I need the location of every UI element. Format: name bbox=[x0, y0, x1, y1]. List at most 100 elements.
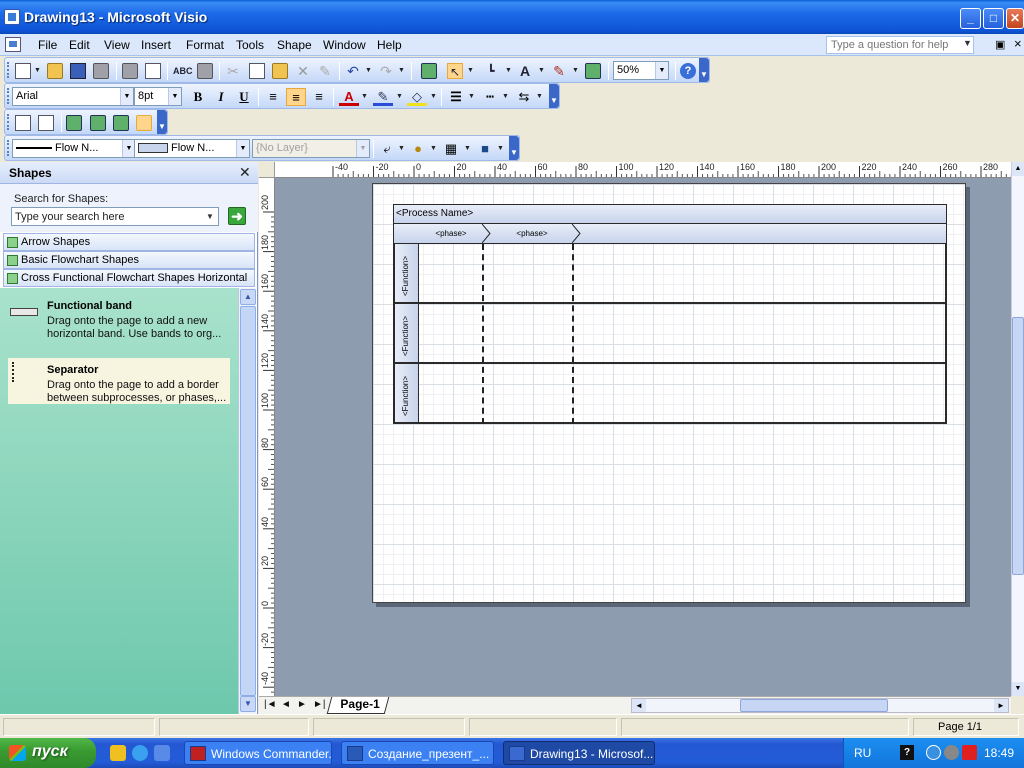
chevron-down-icon[interactable]: ▼ bbox=[398, 145, 405, 152]
chevron-down-icon[interactable]: ▼ bbox=[497, 145, 504, 152]
close-button[interactable]: ✕ bbox=[1006, 8, 1024, 29]
line-color-icon[interactable]: ✎ bbox=[373, 88, 393, 106]
search-input[interactable] bbox=[11, 207, 219, 226]
undo-icon[interactable]: ↶ bbox=[345, 63, 361, 79]
functional-band[interactable]: <Function> bbox=[393, 364, 947, 424]
chevron-down-icon[interactable]: ▼ bbox=[430, 145, 437, 152]
line-pattern-icon[interactable]: ┅ bbox=[480, 88, 500, 106]
scroll-left-icon[interactable]: ◄ bbox=[632, 699, 646, 712]
drawing-tools-icon[interactable] bbox=[585, 63, 601, 79]
phase-separator-line[interactable] bbox=[482, 244, 484, 424]
line-weight-icon[interactable]: ☰ bbox=[446, 88, 466, 106]
toolbar-grip[interactable] bbox=[7, 114, 10, 130]
fill-color-icon[interactable]: ◇ bbox=[407, 88, 427, 106]
connector-style-icon[interactable]: ⤶ bbox=[377, 140, 397, 158]
toolbar-options-icon[interactable]: ▼ bbox=[699, 58, 709, 82]
line-ends-icon[interactable]: ⇆ bbox=[514, 88, 534, 106]
drawing-page[interactable]: <Process Name> <phase> <phase> <Function… bbox=[372, 183, 966, 603]
open-icon[interactable] bbox=[47, 63, 63, 79]
quicklaunch-media-icon[interactable] bbox=[132, 745, 148, 761]
orientation-tool-icon[interactable] bbox=[136, 115, 152, 131]
function-label-cell[interactable]: <Function> bbox=[395, 244, 419, 302]
close-icon[interactable]: ✕ bbox=[239, 164, 251, 181]
redo-icon[interactable]: ↷ bbox=[378, 63, 394, 79]
cut-icon[interactable]: ✂ bbox=[225, 63, 241, 79]
align-center-icon[interactable]: ≡ bbox=[286, 88, 306, 106]
scroll-down-icon[interactable]: ▼ bbox=[240, 696, 256, 712]
chevron-down-icon[interactable]: ▼ bbox=[168, 88, 181, 105]
chevron-down-icon[interactable]: ▼ bbox=[536, 93, 543, 100]
toolbar-grip[interactable] bbox=[7, 140, 10, 156]
quicklaunch-ie-icon[interactable] bbox=[154, 745, 170, 761]
reorder-tool-icon[interactable] bbox=[113, 115, 129, 131]
permission-icon[interactable] bbox=[93, 63, 109, 79]
task-word-document[interactable]: Создание_презент_... bbox=[341, 741, 494, 765]
scroll-thumb[interactable] bbox=[740, 699, 888, 712]
menu-window[interactable]: Window bbox=[323, 38, 366, 52]
tray-antivirus-icon[interactable] bbox=[962, 745, 977, 760]
search-go-button[interactable]: ➜ bbox=[228, 207, 246, 225]
align-left-icon[interactable]: ≡ bbox=[263, 88, 283, 106]
menu-tools[interactable]: Tools bbox=[236, 38, 264, 52]
scroll-thumb[interactable] bbox=[240, 306, 256, 696]
function-label-cell[interactable]: <Function> bbox=[395, 304, 419, 362]
new-drawing-icon[interactable] bbox=[15, 115, 31, 131]
chevron-down-icon[interactable]: ▼ bbox=[34, 67, 41, 74]
pencil-tool-icon[interactable]: ✎ bbox=[551, 63, 567, 79]
shapes-window-icon[interactable] bbox=[421, 63, 437, 79]
scroll-right-icon[interactable]: ► bbox=[994, 699, 1008, 712]
functional-band[interactable]: <Function> bbox=[393, 244, 947, 304]
master-functional-band[interactable]: Functional band Drag onto the page to ad… bbox=[0, 294, 236, 340]
drawing-canvas[interactable]: <Process Name> <phase> <phase> <Function… bbox=[275, 178, 1011, 696]
stencil-basic-flowchart[interactable]: Basic Flowchart Shapes bbox=[3, 251, 255, 269]
vertical-ruler[interactable]: 200 180 160 140 120 100 80 60 40 20 0 -20 -40 bbox=[259, 178, 275, 696]
chevron-down-icon[interactable]: ▼ bbox=[361, 93, 368, 100]
chevron-down-icon[interactable]: ▼ bbox=[120, 88, 133, 105]
functional-band[interactable]: <Function> bbox=[393, 304, 947, 364]
task-visio[interactable]: Drawing13 - Microsof... bbox=[503, 741, 655, 765]
toolbar-grip[interactable] bbox=[7, 88, 10, 104]
functional-band-tool-icon[interactable] bbox=[66, 115, 82, 131]
chevron-down-icon[interactable]: ▼ bbox=[464, 145, 471, 152]
master-separator[interactable]: Separator Drag onto the page to add a bo… bbox=[8, 358, 230, 404]
toolbar-grip[interactable] bbox=[7, 62, 10, 78]
menu-format[interactable]: Format bbox=[186, 38, 224, 52]
canvas-vertical-scrollbar[interactable]: ▲ ▼ bbox=[1011, 162, 1024, 696]
ruler-corner[interactable] bbox=[259, 162, 275, 178]
process-name-header[interactable]: <Process Name> bbox=[393, 204, 947, 224]
next-page-icon[interactable]: ► bbox=[297, 699, 307, 710]
toolbar-options-icon[interactable]: ▼ bbox=[157, 110, 167, 134]
chevron-down-icon[interactable]: ▼ bbox=[502, 93, 509, 100]
first-page-icon[interactable]: |◄ bbox=[264, 699, 277, 710]
scroll-down-icon[interactable]: ▼ bbox=[1012, 682, 1024, 696]
save-icon[interactable] bbox=[70, 63, 86, 79]
chevron-down-icon[interactable]: ▼ bbox=[396, 93, 403, 100]
start-button[interactable]: пуск bbox=[0, 738, 96, 768]
text-tool-icon[interactable]: A bbox=[517, 63, 533, 79]
scroll-thumb[interactable] bbox=[1012, 317, 1024, 575]
visio-app-icon[interactable] bbox=[4, 9, 20, 25]
chevron-down-icon[interactable]: ▼ bbox=[505, 67, 512, 74]
stencil-scrollbar[interactable]: ▲ ▼ bbox=[238, 288, 256, 714]
font-color-icon[interactable]: A bbox=[339, 88, 359, 106]
help-question-input[interactable]: Type a question for help bbox=[826, 36, 974, 54]
help-tray-icon[interactable]: ? bbox=[900, 745, 914, 760]
chevron-down-icon[interactable]: ▼ bbox=[572, 67, 579, 74]
menu-help[interactable]: Help bbox=[377, 38, 402, 52]
quicklaunch-lightning-icon[interactable] bbox=[110, 745, 126, 761]
italic-button[interactable]: I bbox=[211, 88, 231, 106]
page-tab[interactable]: Page-1 bbox=[326, 697, 390, 714]
research-icon[interactable] bbox=[197, 63, 213, 79]
menu-view[interactable]: View bbox=[104, 38, 130, 52]
phase-label[interactable]: <phase> bbox=[418, 224, 484, 243]
zoom-select[interactable]: 50% ▼ bbox=[613, 61, 669, 80]
language-indicator[interactable]: RU bbox=[854, 746, 871, 760]
chevron-down-icon[interactable]: ▼ bbox=[365, 67, 372, 74]
delete-icon[interactable]: ✕ bbox=[295, 63, 311, 79]
font-select[interactable]: Arial ▼ bbox=[12, 87, 134, 106]
chevron-down-icon[interactable]: ▼ bbox=[655, 62, 668, 79]
chevron-down-icon[interactable]: ▼ bbox=[398, 67, 405, 74]
chevron-down-icon[interactable]: ▼ bbox=[468, 93, 475, 100]
menu-file[interactable]: File bbox=[38, 38, 57, 52]
horizontal-ruler[interactable]: -40 -20 0 20 40 60 80 100 120 140 160 180 200 220 240 2… bbox=[275, 162, 1011, 178]
